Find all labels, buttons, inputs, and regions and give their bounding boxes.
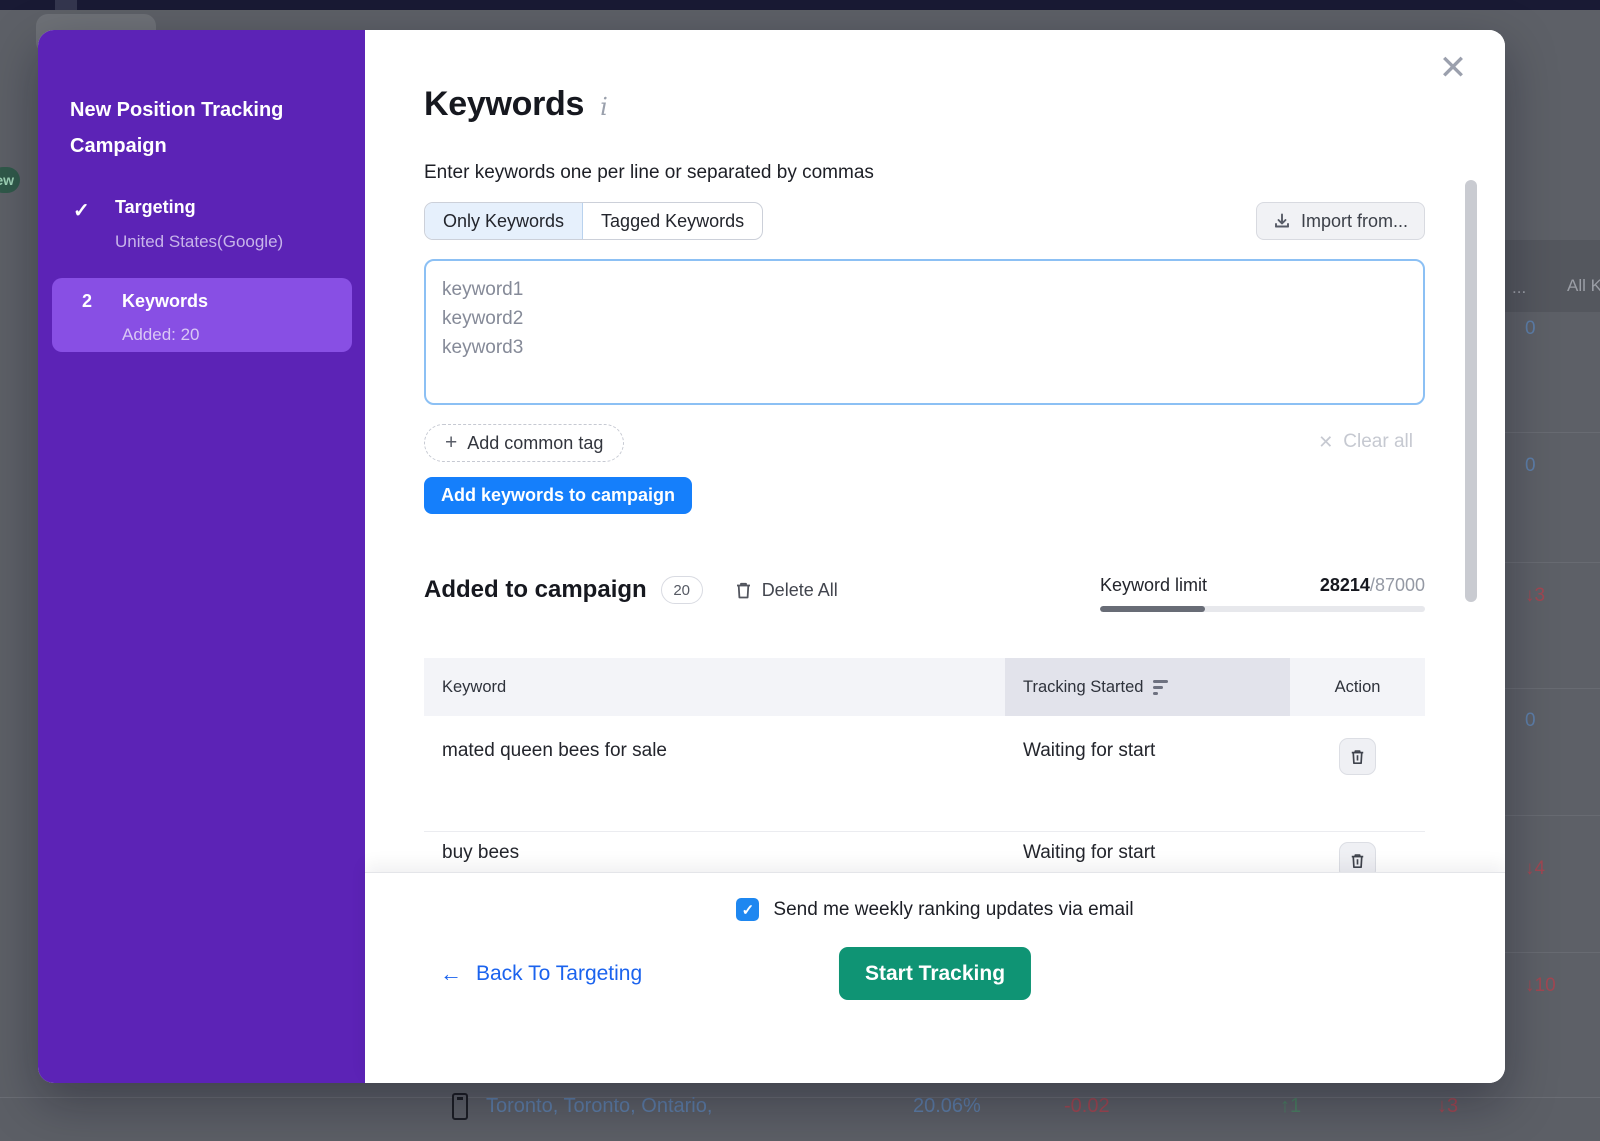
import-from-label: Import from...: [1301, 211, 1408, 232]
textarea-placeholder-line: keyword2: [442, 304, 1407, 333]
status-cell: Waiting for start: [1005, 716, 1290, 831]
back-to-targeting-link[interactable]: ← Back To Targeting: [440, 961, 642, 987]
row-divider: [1505, 562, 1600, 563]
tab-only-keywords[interactable]: Only Keywords: [425, 203, 583, 239]
clear-icon: ✕: [1318, 432, 1333, 453]
background-cell-value: 0: [1525, 710, 1536, 732]
keywords-instruction: Enter keywords one per line or separated…: [424, 162, 874, 184]
start-tracking-button[interactable]: Start Tracking: [839, 947, 1031, 1000]
add-common-tag-label: Add common tag: [467, 433, 603, 454]
background-header-ellipsis: ...: [1512, 278, 1526, 298]
background-cell-value: 0: [1525, 318, 1536, 340]
clear-all-button[interactable]: ✕ Clear all: [1318, 431, 1413, 453]
modal-main: ✕ Keywordsi Enter keywords one per line …: [365, 30, 1505, 1083]
added-count-badge: 20: [661, 576, 703, 604]
trash-icon: [1350, 748, 1365, 766]
tab-tagged-keywords[interactable]: Tagged Keywords: [583, 203, 762, 239]
keyword-limit-progressbar: [1100, 606, 1425, 612]
delete-keyword-button[interactable]: [1339, 738, 1376, 775]
delete-all-label: Delete All: [762, 580, 838, 601]
mobile-device-icon: [452, 1093, 468, 1120]
background-cell-value: ↓10: [1525, 975, 1556, 997]
wizard-step-keywords[interactable]: 2 Keywords Added: 20: [52, 278, 352, 352]
row-divider: [1505, 952, 1600, 953]
added-to-campaign-header: Added to campaign 20 Delete All: [424, 576, 838, 604]
row-divider: [1505, 688, 1600, 689]
info-icon[interactable]: i: [600, 93, 607, 121]
keyword-cell: mated queen bees for sale: [424, 716, 1005, 831]
keyword-limit: Keyword limit 28214/87000: [1100, 575, 1425, 612]
wizard-step-number: 2: [82, 291, 92, 312]
column-header-action: Action: [1290, 658, 1425, 716]
background-table-row: [0, 1098, 1600, 1141]
background-change-value: -0.02: [1064, 1095, 1110, 1118]
background-cell-value: ↓4: [1525, 858, 1545, 880]
wizard-step-keywords-label: Keywords: [122, 291, 208, 312]
table-header: Keyword Tracking Started Action: [424, 658, 1425, 716]
background-improved-value: ↑1: [1280, 1095, 1301, 1118]
background-nav-chip: [55, 0, 77, 10]
weekly-updates-checkbox[interactable]: ✓: [736, 898, 759, 921]
wizard-step-targeting-summary: United States(Google): [115, 232, 283, 252]
textarea-placeholder-line: keyword1: [442, 275, 1407, 304]
keywords-textarea[interactable]: keyword1 keyword2 keyword3: [424, 259, 1425, 405]
add-keywords-to-campaign-button[interactable]: Add keywords to campaign: [424, 477, 692, 514]
background-table-header: ... All K: [1505, 240, 1600, 312]
import-icon: [1273, 212, 1291, 230]
wizard-sidebar: New Position Tracking Campaign ✓ Targeti…: [38, 30, 365, 1083]
plus-icon: +: [445, 431, 457, 455]
back-arrow-icon: ←: [440, 961, 462, 987]
wizard-title: New Position Tracking Campaign: [70, 92, 340, 164]
clear-all-label: Clear all: [1343, 431, 1413, 453]
textarea-placeholder-line: keyword3: [442, 333, 1407, 362]
background-cell-value: ↓3: [1525, 585, 1545, 607]
new-campaign-modal: New Position Tracking Campaign ✓ Targeti…: [38, 30, 1505, 1083]
row-divider: [1505, 432, 1600, 433]
background-visibility-value: 20.06%: [913, 1095, 981, 1118]
background-table-column: ... All K 0 0 ↓3 0 ↓4 ↓10: [1505, 10, 1600, 1141]
keyword-limit-label: Keyword limit: [1100, 575, 1207, 596]
column-header-tracking-started[interactable]: Tracking Started: [1005, 658, 1290, 716]
keywords-tabs: Only Keywords Tagged Keywords: [424, 202, 763, 240]
background-header-all-keywords: All K: [1567, 276, 1600, 296]
import-from-button[interactable]: Import from...: [1256, 202, 1425, 240]
trash-icon: [1350, 852, 1365, 870]
page-title: Keywordsi: [424, 85, 608, 124]
background-declined-value: ↓3: [1437, 1095, 1458, 1118]
back-to-targeting-label: Back To Targeting: [476, 962, 642, 986]
new-badge: ew: [0, 167, 20, 193]
added-to-campaign-title: Added to campaign: [424, 576, 647, 604]
column-header-keyword[interactable]: Keyword: [424, 658, 1005, 716]
modal-footer: ✓ Send me weekly ranking updates via ema…: [365, 872, 1505, 1083]
weekly-updates-label: Send me weekly ranking updates via email: [773, 899, 1133, 921]
background-top-nav: [0, 0, 1600, 10]
background-location-link: Toronto, Toronto, Ontario,: [486, 1095, 712, 1118]
check-icon: ✓: [73, 198, 90, 223]
modal-scrollbar[interactable]: [1465, 180, 1477, 602]
background-cell-value: 0: [1525, 455, 1536, 477]
delete-all-button[interactable]: Delete All: [735, 580, 838, 601]
wizard-step-keywords-summary: Added: 20: [122, 325, 200, 345]
row-divider: [1505, 815, 1600, 816]
table-row: mated queen bees for sale Waiting for st…: [424, 716, 1425, 832]
close-icon[interactable]: ✕: [1433, 48, 1473, 88]
keyword-limit-progress-fill: [1100, 606, 1205, 612]
sort-icon: [1153, 680, 1168, 695]
keyword-limit-value: 28214/87000: [1320, 575, 1425, 596]
wizard-step-targeting[interactable]: Targeting: [115, 197, 196, 218]
add-common-tag-button[interactable]: + Add common tag: [424, 424, 624, 462]
trash-icon: [735, 581, 752, 600]
